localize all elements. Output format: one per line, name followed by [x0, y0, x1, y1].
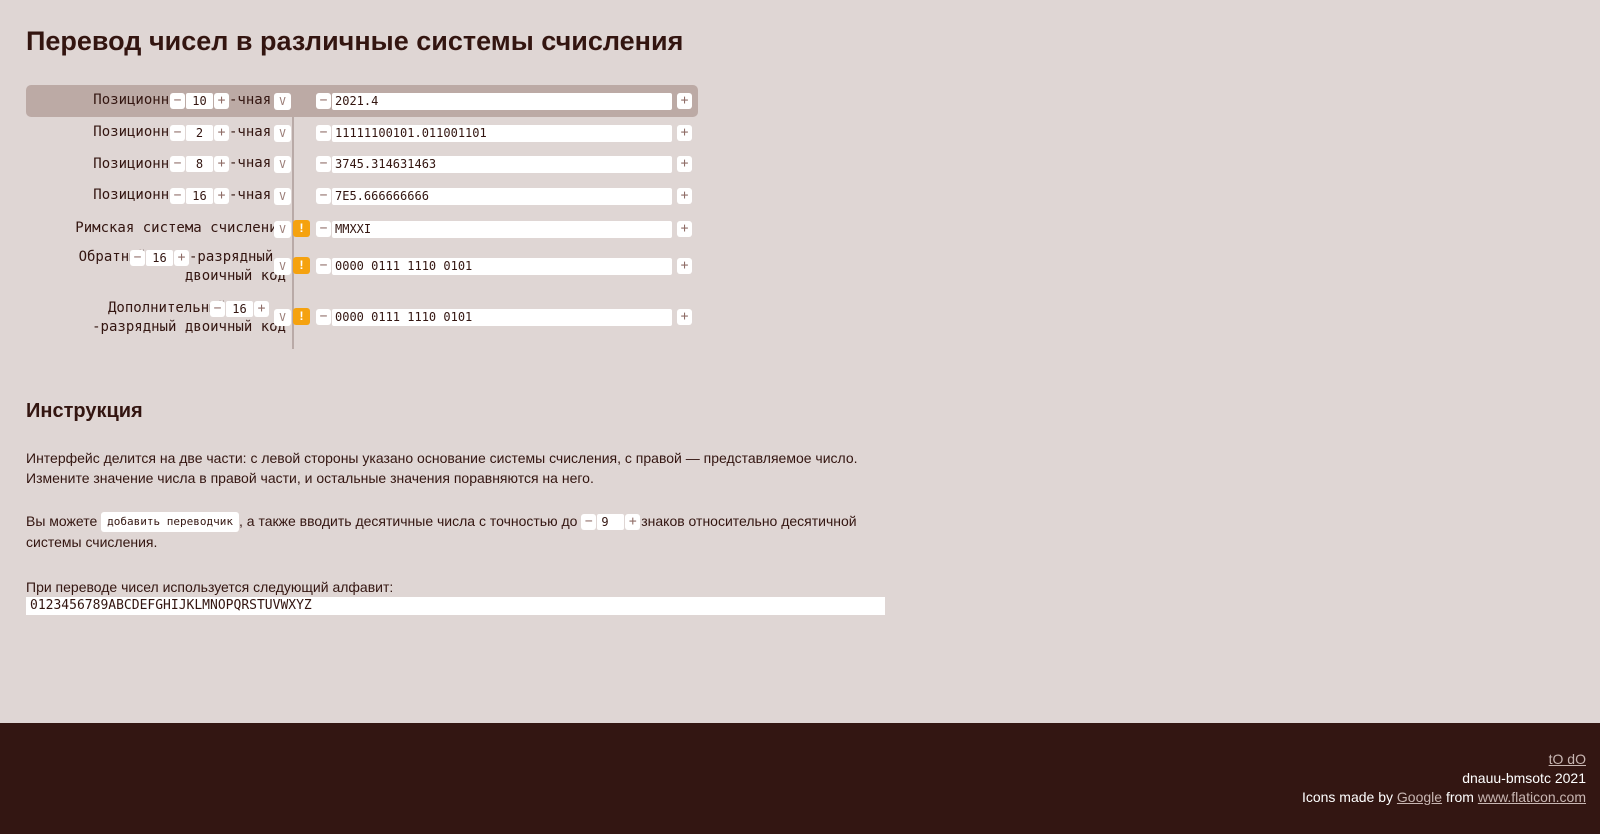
instructions-paragraph-1: Интерфейс делится на две части: с левой …: [26, 448, 871, 488]
bits-suffix: -разрядный: [189, 249, 274, 265]
validate-button[interactable]: V: [274, 258, 291, 275]
value-increment-button[interactable]: +: [677, 309, 692, 325]
base-input[interactable]: 10: [186, 93, 213, 109]
validate-button[interactable]: V: [274, 309, 291, 326]
google-link[interactable]: Google: [1397, 789, 1442, 805]
bits-increment-button[interactable]: +: [254, 301, 269, 317]
instructions-line: Измените значение числа в правой части, …: [26, 470, 594, 486]
validate-button[interactable]: V: [274, 221, 291, 238]
copyright: dnauu-bmsotc 2021: [1462, 770, 1586, 786]
credit-text: Icons made by: [1301, 789, 1394, 805]
row-label-line2: -разрядный двоичный код: [92, 319, 286, 335]
alphabet-field[interactable]: 0123456789ABCDEFGHIJKLMNOPQRSTUVWXYZ: [26, 597, 885, 615]
base-increment-button[interactable]: +: [214, 156, 229, 172]
warning-icon[interactable]: !: [293, 220, 310, 237]
value-decrement-button[interactable]: −: [316, 221, 331, 237]
row-label-line2: двоичный код: [184, 268, 286, 284]
base-increment-button[interactable]: +: [214, 125, 229, 141]
base-suffix: -чная: [229, 92, 272, 108]
precision-input[interactable]: 9: [597, 514, 625, 531]
value-input[interactable]: 3745.314631463: [332, 156, 672, 173]
validate-button[interactable]: V: [274, 156, 291, 173]
instructions-line: Интерфейс делится на две части: с левой …: [26, 450, 858, 466]
bits-increment-button[interactable]: +: [174, 250, 189, 266]
value-input[interactable]: 2021.4: [332, 93, 672, 110]
base-suffix: -чная: [229, 124, 272, 140]
alphabet-caption: При переводе чисел используется следующи…: [26, 579, 394, 595]
base-increment-button[interactable]: +: [214, 93, 229, 109]
value-input[interactable]: 7E5.666666666: [332, 188, 672, 205]
base-input[interactable]: 8: [186, 156, 213, 172]
base-increment-button[interactable]: +: [214, 188, 229, 204]
value-decrement-button[interactable]: −: [316, 93, 331, 109]
instructions-text: знаков относительно десятичной: [641, 513, 857, 529]
value-input[interactable]: 0000 0111 1110 0101: [332, 258, 672, 275]
value-increment-button[interactable]: +: [677, 188, 692, 204]
icons-credit: Icons made by Google from www.flaticon.c…: [1302, 789, 1586, 805]
validate-button[interactable]: V: [274, 93, 291, 110]
base-input[interactable]: 2: [186, 125, 213, 141]
converter-row-roman: Римская система счисления V ! − MMXXI +: [26, 213, 698, 245]
value-increment-button[interactable]: +: [677, 93, 692, 109]
warning-icon[interactable]: !: [293, 308, 310, 325]
precision-stepper: − 9 +: [581, 514, 641, 531]
base-decrement-button[interactable]: −: [170, 93, 185, 109]
base-suffix: -чная: [229, 187, 272, 203]
bits-input[interactable]: 16: [146, 250, 173, 266]
instructions-text: системы счисления.: [26, 534, 158, 551]
value-decrement-button[interactable]: −: [316, 258, 331, 274]
converter-row-decimal: Позиционная − 10 + -чная V − 2021.4 +: [26, 85, 698, 117]
value-decrement-button[interactable]: −: [316, 156, 331, 172]
converter-row-binary: Позиционная − 2 + -чная V − 11111100101.…: [26, 117, 698, 149]
footer: tO dO dnauu-bmsotc 2021 Icons made by Go…: [0, 723, 1600, 834]
converter-row-twos-complement: Дополнительный − 16 + -разрядный двоичны…: [26, 296, 698, 346]
flaticon-link[interactable]: www.flaticon.com: [1478, 789, 1586, 805]
instructions-paragraph-2: Вы можете добавить переводчик, а также в…: [26, 511, 896, 552]
value-input[interactable]: 0000 0111 1110 0101: [332, 309, 672, 326]
converter-row-ones-complement: Обратный − 16 + -разрядный двоичный код …: [26, 245, 698, 295]
converter-row-hex: Позиционная − 16 + -чная V − 7E5.6666666…: [26, 181, 698, 213]
value-decrement-button[interactable]: −: [316, 188, 331, 204]
bits-input[interactable]: 16: [226, 301, 253, 317]
precision-decrement-button[interactable]: −: [581, 514, 597, 531]
value-increment-button[interactable]: +: [677, 258, 692, 274]
converter-row-octal: Позиционная − 8 + -чная V − 3745.3146314…: [26, 149, 698, 181]
row-label: Дополнительный: [107, 300, 226, 316]
page-title: Перевод чисел в различные системы счисле…: [26, 26, 684, 56]
instructions-text: Вы можете: [26, 513, 98, 529]
validate-button[interactable]: V: [274, 125, 291, 142]
credit-text: from: [1445, 789, 1474, 805]
base-input[interactable]: 16: [186, 188, 213, 204]
value-input[interactable]: 11111100101.011001101: [332, 125, 672, 142]
base-decrement-button[interactable]: −: [170, 125, 185, 141]
instructions-text: , а также вводить десятичные числа с точ…: [239, 513, 578, 529]
base-suffix: -чная: [229, 155, 272, 171]
base-decrement-button[interactable]: −: [170, 188, 185, 204]
warning-icon[interactable]: !: [293, 257, 310, 274]
value-input[interactable]: MMXXI: [332, 221, 672, 238]
value-increment-button[interactable]: +: [677, 156, 692, 172]
add-converter-button[interactable]: добавить переводчик: [101, 512, 240, 533]
instructions-heading: Инструкция: [26, 400, 143, 422]
base-decrement-button[interactable]: −: [170, 156, 185, 172]
bits-decrement-button[interactable]: −: [130, 250, 145, 266]
value-decrement-button[interactable]: −: [316, 125, 331, 141]
precision-increment-button[interactable]: +: [625, 514, 641, 531]
todo-link[interactable]: tO dO: [1549, 751, 1586, 767]
value-increment-button[interactable]: +: [677, 221, 692, 237]
row-label: Римская система счисления: [75, 220, 286, 236]
value-increment-button[interactable]: +: [677, 125, 692, 141]
bits-decrement-button[interactable]: −: [210, 301, 225, 317]
value-decrement-button[interactable]: −: [316, 309, 331, 325]
validate-button[interactable]: V: [274, 188, 291, 205]
